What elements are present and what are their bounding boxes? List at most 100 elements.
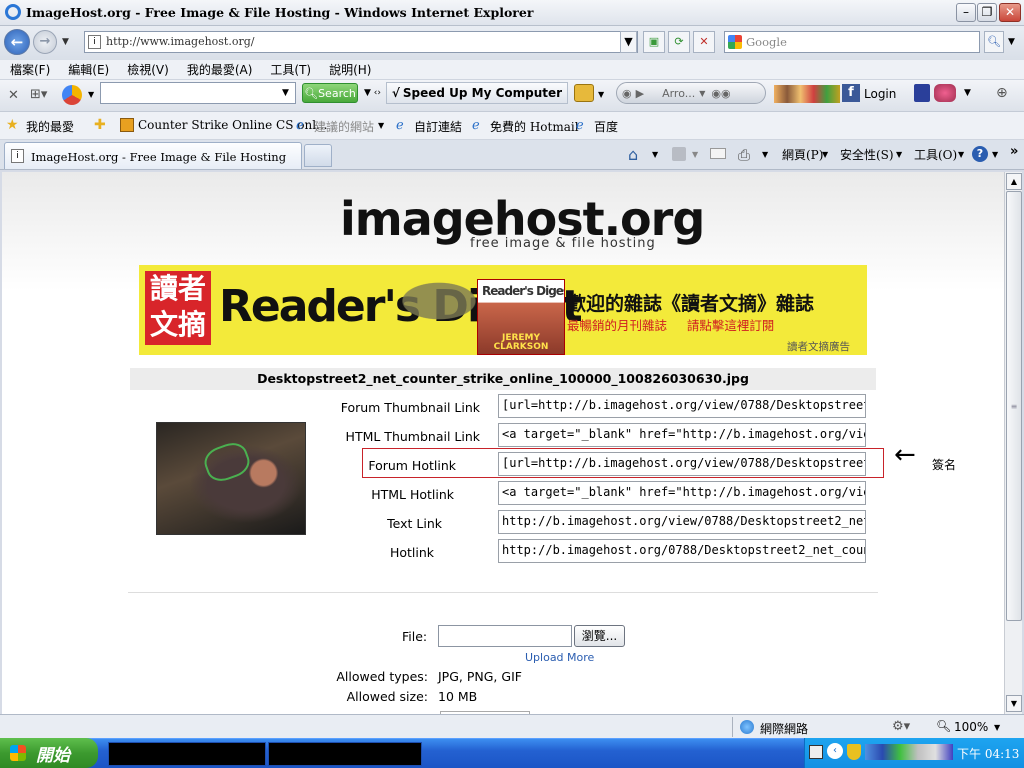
- volume-icon[interactable]: ◉◉: [711, 87, 730, 100]
- messenger-icon[interactable]: [934, 84, 956, 102]
- field-html-thumbnail[interactable]: <a target="_blank" href="http://b.imageh…: [498, 423, 866, 447]
- new-toolbar-icon[interactable]: ⊕: [996, 85, 1008, 101]
- tab-imagehost[interactable]: i ImageHost.org - Free Image & File Host…: [4, 142, 302, 169]
- site-tagline: free image & file hosting: [470, 236, 656, 251]
- toolbar-logo-icon[interactable]: [62, 85, 82, 105]
- keyboard-icon[interactable]: [809, 745, 823, 759]
- zoom-dropdown-icon[interactable]: ▼: [994, 723, 1000, 732]
- shield-icon[interactable]: [847, 744, 861, 760]
- smiley-icons[interactable]: [774, 85, 840, 103]
- taskbar-item-2[interactable]: [268, 742, 422, 766]
- print-dropdown-icon[interactable]: ▼: [762, 150, 768, 159]
- page-dropdown-icon[interactable]: ▼: [822, 150, 828, 159]
- url-dropdown-button[interactable]: ▼: [620, 31, 637, 53]
- back-button[interactable]: ←: [4, 29, 30, 55]
- tv-dropdown-icon[interactable]: ▼: [598, 90, 604, 99]
- compat-view-icon[interactable]: ▣: [643, 31, 665, 53]
- close-toolbar-icon[interactable]: ✕: [8, 88, 19, 103]
- field-text-link[interactable]: http://b.imagehost.org/view/0788/Desktop…: [498, 510, 866, 534]
- vertical-scrollbar[interactable]: ▲ ≡ ▼: [1004, 172, 1022, 714]
- start-button[interactable]: 開始: [0, 738, 98, 768]
- search-arrow-icon[interactable]: ▼ ‹›: [364, 88, 381, 98]
- print-icon[interactable]: ⎙: [738, 146, 750, 164]
- speed-up-button[interactable]: √ Speed Up My Computer: [386, 82, 568, 104]
- feeds-dropdown-icon[interactable]: ▼: [692, 150, 698, 159]
- search-go-icon[interactable]: 🔍︎: [984, 31, 1004, 53]
- more-commands-icon[interactable]: »: [1010, 144, 1018, 159]
- taskbar-item-1[interactable]: [108, 742, 266, 766]
- facebook-icon[interactable]: f: [842, 84, 860, 102]
- forward-button[interactable]: →: [33, 30, 57, 54]
- home-icon[interactable]: ⌂: [628, 145, 638, 164]
- toolbar-options-icon[interactable]: ▼: [964, 88, 971, 98]
- tray-expand-icon[interactable]: ‹: [827, 743, 843, 759]
- toolbar-menu-icon[interactable]: ⊞▾: [30, 87, 47, 102]
- fav-custom-links[interactable]: 自訂連結: [414, 118, 462, 135]
- ie-suggested-icon: ℯ: [296, 118, 304, 133]
- media-player[interactable]: ◉ ▶ Arro... ▼ ◉◉: [616, 82, 766, 104]
- favorites-title[interactable]: 我的最愛: [26, 118, 74, 135]
- safety-dropdown-icon[interactable]: ▼: [896, 150, 902, 159]
- home-dropdown-icon[interactable]: ▼: [652, 150, 658, 159]
- scroll-down-button[interactable]: ▼: [1006, 695, 1022, 712]
- field-hotlink[interactable]: http://b.imagehost.org/0788/Desktopstree…: [498, 539, 866, 563]
- play-media-icon[interactable]: ▶: [636, 87, 644, 100]
- tray-app-icons[interactable]: [865, 744, 953, 760]
- field-html-hotlink[interactable]: <a target="_blank" href="http://b.imageh…: [498, 481, 866, 505]
- stop-media-icon[interactable]: ◉: [622, 87, 632, 100]
- toolbar-search-dropdown-icon[interactable]: ▼: [282, 88, 289, 98]
- zoom-level[interactable]: 100%: [954, 720, 988, 734]
- feeds-icon[interactable]: [672, 147, 686, 161]
- help-dropdown-icon[interactable]: ▼: [992, 150, 998, 159]
- ad-cn-logo-line2: 文摘: [149, 308, 206, 341]
- scroll-thumb[interactable]: ≡: [1006, 191, 1022, 621]
- page-menu[interactable]: 網頁(P): [782, 146, 823, 163]
- windows-logo-icon: [10, 745, 26, 761]
- protected-mode-icon[interactable]: ⚙▾: [892, 719, 910, 734]
- menu-view[interactable]: 檢視(V): [127, 61, 169, 78]
- field-forum-thumbnail[interactable]: [url=http://b.imagehost.org/view/0788/De…: [498, 394, 866, 418]
- tools-dropdown-icon[interactable]: ▼: [958, 150, 964, 159]
- menu-help[interactable]: 說明(H): [329, 61, 371, 78]
- toolbar-search-field[interactable]: [100, 82, 296, 104]
- page-content: imagehost.org free image & file hosting …: [2, 172, 1004, 714]
- add-favorite-icon[interactable]: ✚: [94, 117, 106, 133]
- menu-favorites[interactable]: 我的最愛(A): [187, 61, 253, 78]
- browse-button[interactable]: 瀏覽...: [574, 625, 625, 647]
- favorites-star-icon[interactable]: ★: [6, 117, 19, 133]
- field-forum-hotlink[interactable]: [url=http://b.imagehost.org/view/0788/De…: [498, 452, 866, 476]
- media-dropdown-icon[interactable]: ▼: [699, 89, 705, 98]
- tools-menu[interactable]: 工具(O): [914, 146, 957, 163]
- status-bar: 網際網路 ⚙▾ 🔍︎ 100% ▼: [0, 714, 1024, 738]
- read-mail-icon[interactable]: [710, 148, 726, 159]
- login-link[interactable]: Login: [864, 87, 896, 101]
- logo-dropdown-icon[interactable]: ▼: [88, 90, 94, 99]
- file-input[interactable]: [438, 625, 572, 647]
- close-window-button[interactable]: ✕: [999, 3, 1021, 22]
- new-tab-button[interactable]: [304, 144, 332, 167]
- restore-button[interactable]: ❐: [977, 3, 997, 22]
- tv-icon[interactable]: [574, 84, 594, 102]
- ad-banner[interactable]: 讀者 文摘 Reader's Digest Reader's Digest JE…: [139, 265, 867, 355]
- mail-icon[interactable]: [914, 84, 930, 102]
- zoom-icon[interactable]: 🔍︎: [936, 719, 951, 733]
- minimize-button[interactable]: –: [956, 3, 976, 22]
- menu-file[interactable]: 檔案(F): [10, 61, 50, 78]
- fav-baidu[interactable]: 百度: [594, 118, 618, 135]
- help-icon[interactable]: ?: [972, 146, 988, 162]
- menu-edit[interactable]: 編輯(E): [68, 61, 109, 78]
- fav-hotmail[interactable]: 免費的 Hotmail: [490, 118, 579, 135]
- safety-menu[interactable]: 安全性(S): [840, 146, 894, 163]
- suggested-dropdown-icon[interactable]: ▼: [378, 121, 384, 130]
- ie-page-icon: ℯ: [576, 118, 584, 133]
- toolbar-search-button[interactable]: 🔍︎ Search: [302, 83, 358, 103]
- refresh-icon[interactable]: ⟳: [668, 31, 690, 53]
- scroll-up-button[interactable]: ▲: [1006, 173, 1022, 190]
- menu-tools[interactable]: 工具(T): [270, 61, 311, 78]
- history-dropdown-icon[interactable]: ▼: [62, 37, 69, 47]
- stop-icon[interactable]: ✕: [693, 31, 715, 53]
- allowed-types-label: Allowed types:: [336, 669, 428, 684]
- search-options-icon[interactable]: ▼: [1008, 37, 1015, 47]
- upload-more-link[interactable]: Upload More: [525, 651, 594, 664]
- fav-suggested-sites[interactable]: 建議的網站: [314, 118, 374, 135]
